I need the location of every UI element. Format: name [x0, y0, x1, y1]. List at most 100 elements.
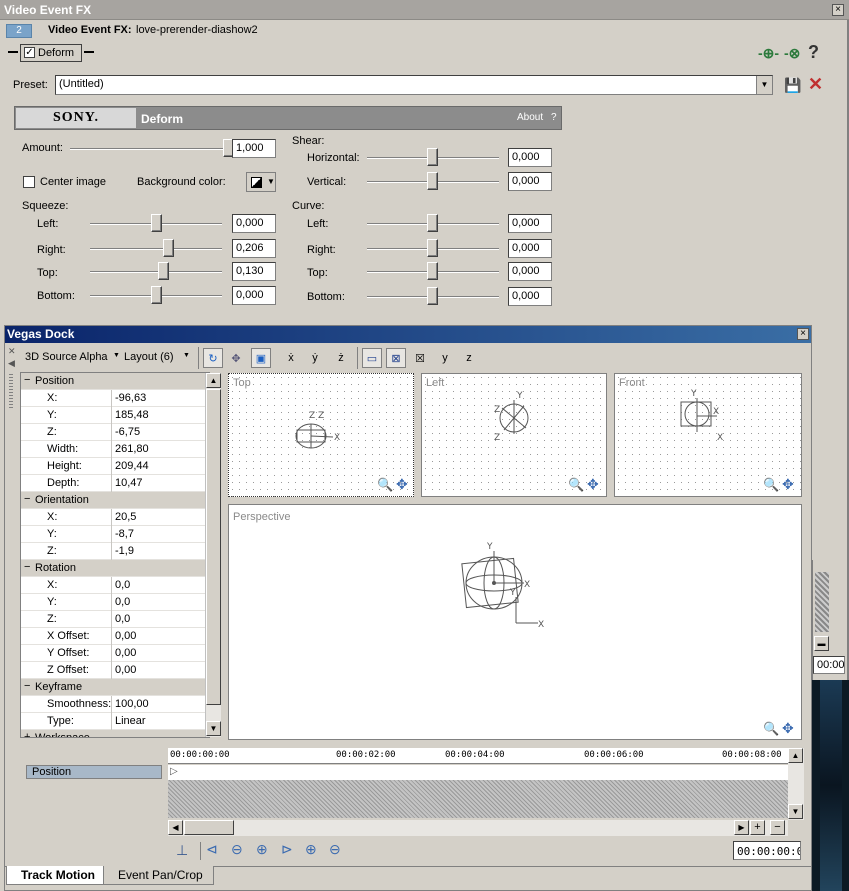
- scroll-down-icon[interactable]: ▼: [206, 721, 221, 736]
- property-row[interactable]: X Offset: 0,00: [21, 628, 209, 645]
- scroll-left-icon[interactable]: ◀: [168, 820, 183, 835]
- keyframe-lane[interactable]: ▷: [168, 765, 788, 780]
- pan-icon[interactable]: ✥: [396, 476, 408, 493]
- perspective-view[interactable]: Perspective Y X Y X 🔍 ✥: [228, 504, 802, 740]
- fit-view-icon[interactable]: ⊠: [386, 348, 406, 368]
- property-value[interactable]: 0,0: [115, 613, 130, 625]
- scroll-up-icon[interactable]: ▲: [788, 748, 803, 763]
- property-row[interactable]: Z: -1,9: [21, 543, 209, 560]
- close-icon[interactable]: ×: [832, 4, 844, 16]
- property-value[interactable]: -6,75: [115, 426, 140, 438]
- background-color-picker[interactable]: ▼: [246, 172, 276, 192]
- view-mode-icon[interactable]: ▭: [362, 348, 382, 368]
- property-row[interactable]: Smoothness: 100,00: [21, 696, 209, 713]
- property-row[interactable]: Depth: 10,47: [21, 475, 209, 492]
- squeeze-left-thumb[interactable]: [150, 214, 162, 232]
- amount-slider-track[interactable]: [70, 148, 228, 150]
- curve-left-thumb[interactable]: [427, 214, 438, 232]
- property-row[interactable]: Z: 0,0: [21, 611, 209, 628]
- property-value[interactable]: 0,00: [115, 664, 136, 676]
- properties-scrollbar[interactable]: ▲ ▼: [205, 373, 221, 737]
- property-value[interactable]: -8,7: [115, 528, 134, 540]
- property-row[interactable]: Y: 185,48: [21, 407, 209, 424]
- dock-side-close-icon[interactable]: ✕: [8, 346, 16, 357]
- expand-icon[interactable]: +: [24, 731, 30, 737]
- shear-horizontal-thumb[interactable]: [427, 148, 438, 166]
- top-view-gizmo[interactable]: Z Z X: [289, 404, 349, 454]
- position-track-label[interactable]: Position: [26, 765, 162, 779]
- about-link[interactable]: About: [517, 112, 543, 123]
- pan-icon[interactable]: ✥: [587, 476, 599, 493]
- layout-dropdown[interactable]: Layout (6): [124, 351, 174, 363]
- curve-right-input[interactable]: 0,000: [508, 239, 552, 258]
- property-value[interactable]: 0,00: [115, 647, 136, 659]
- chevron-down-icon[interactable]: ▼: [183, 352, 190, 359]
- delete-keyframe-icon[interactable]: ⊖: [329, 841, 341, 858]
- curve-left-input[interactable]: 0,000: [508, 214, 552, 233]
- keyframe-marker-icon[interactable]: ▷: [170, 766, 178, 777]
- property-row[interactable]: Type: Linear: [21, 713, 209, 730]
- zoom-in-icon[interactable]: +: [750, 820, 765, 835]
- property-value[interactable]: -96,63: [115, 392, 146, 404]
- zoom-icon[interactable]: 🔍: [568, 477, 584, 493]
- lock-envelopes-icon[interactable]: ⊥: [176, 842, 188, 859]
- squeeze-bottom-thumb[interactable]: [150, 286, 162, 304]
- zoom-icon[interactable]: 🔍: [377, 477, 393, 493]
- property-row[interactable]: Height: 209,44: [21, 458, 209, 475]
- property-value[interactable]: 261,80: [115, 443, 149, 455]
- move-tool-icon[interactable]: ✥: [226, 348, 246, 368]
- delete-preset-icon[interactable]: ✕: [808, 74, 823, 95]
- tab-track-motion[interactable]: Track Motion: [6, 866, 104, 885]
- go-to-start-icon[interactable]: ⊲: [206, 841, 218, 858]
- squeeze-right-input[interactable]: 0,206: [232, 239, 276, 258]
- property-row[interactable]: Y: 0,0: [21, 594, 209, 611]
- preset-select[interactable]: (Untitled) ▼: [55, 75, 773, 95]
- property-row[interactable]: X: -96,63: [21, 390, 209, 407]
- front-view-gizmo[interactable]: Y X X: [675, 388, 735, 444]
- squeeze-left-input[interactable]: 0,000: [232, 214, 276, 233]
- curve-bottom-thumb[interactable]: [427, 287, 438, 305]
- shear-horizontal-input[interactable]: 0,000: [508, 148, 552, 167]
- property-row[interactable]: Y: -8,7: [21, 526, 209, 543]
- scroll-thumb[interactable]: [184, 820, 234, 835]
- timeline-ruler[interactable]: 00:00:00:00 00:00:02:00 00:00:04:00 00:0…: [168, 748, 788, 764]
- axis-z-icon[interactable]: z: [459, 348, 479, 368]
- left-view[interactable]: Left Y Z Z 🔍 ✥: [421, 373, 607, 497]
- tab-event-pan-crop[interactable]: Event Pan/Crop: [104, 866, 214, 885]
- property-value[interactable]: 100,00: [115, 698, 149, 710]
- squeeze-bottom-input[interactable]: 0,000: [232, 286, 276, 305]
- squeeze-top-track[interactable]: [90, 271, 222, 273]
- zoom-out-icon[interactable]: −: [770, 820, 785, 835]
- property-value[interactable]: 209,44: [115, 460, 149, 472]
- undo-icon[interactable]: ↻: [203, 348, 223, 368]
- center-image-checkbox[interactable]: [23, 176, 35, 188]
- property-row[interactable]: Width: 261,80: [21, 441, 209, 458]
- chevron-down-icon[interactable]: ▼: [756, 76, 772, 94]
- shear-vertical-thumb[interactable]: [427, 172, 438, 190]
- axis-x-icon[interactable]: ☒: [410, 348, 430, 368]
- squeeze-right-track[interactable]: [90, 248, 222, 250]
- previous-keyframe-icon[interactable]: ⊖: [231, 841, 243, 858]
- chevron-down-icon[interactable]: ▼: [113, 352, 120, 359]
- property-value[interactable]: -1,9: [115, 545, 134, 557]
- squeeze-top-thumb[interactable]: [157, 262, 169, 280]
- scroll-right-icon[interactable]: ▶: [734, 820, 749, 835]
- zoom-icon[interactable]: 🔍: [763, 721, 779, 737]
- amount-input[interactable]: 1,000: [232, 139, 276, 158]
- help-icon[interactable]: ?: [808, 42, 819, 63]
- left-view-gizmo[interactable]: Y Z Z: [486, 390, 546, 446]
- dock-close-icon[interactable]: ×: [797, 328, 809, 340]
- remove-plugin-icon[interactable]: -⊗: [784, 45, 800, 62]
- property-value[interactable]: 0,0: [115, 579, 130, 591]
- next-keyframe-icon[interactable]: ⊕: [256, 841, 268, 858]
- save-preset-icon[interactable]: 💾: [784, 77, 801, 94]
- lock-x-icon[interactable]: ẋ: [281, 348, 301, 368]
- collapse-icon[interactable]: −: [24, 374, 30, 386]
- squeeze-right-thumb[interactable]: [162, 239, 174, 257]
- go-to-end-icon[interactable]: ⊳: [281, 841, 293, 858]
- top-view[interactable]: Top Z Z X 🔍 ✥: [228, 373, 414, 497]
- property-row[interactable]: Z Offset: 0,00: [21, 662, 209, 679]
- time-display[interactable]: 00:00:00:00: [733, 841, 801, 860]
- curve-right-thumb[interactable]: [427, 239, 438, 257]
- collapse-icon[interactable]: −: [24, 493, 30, 505]
